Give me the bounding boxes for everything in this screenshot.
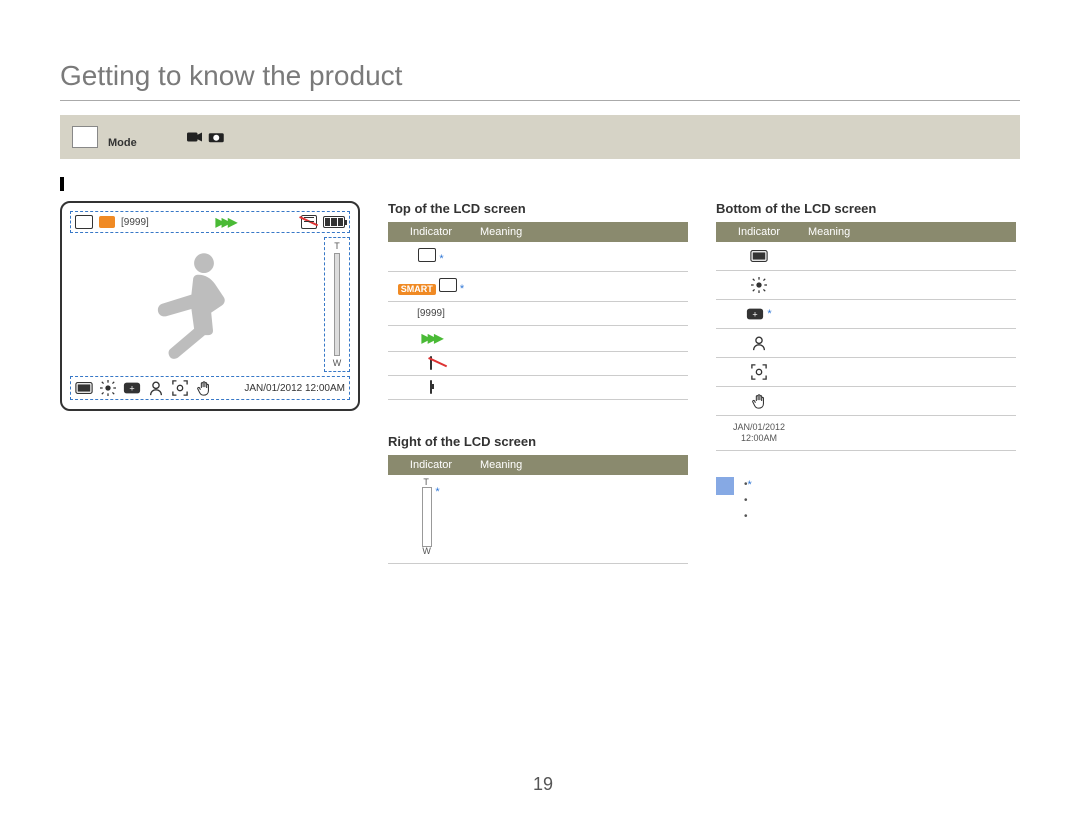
battery-icon bbox=[430, 380, 432, 394]
sd-card-icon bbox=[75, 215, 93, 229]
table-row bbox=[716, 242, 1016, 271]
meaning-cell bbox=[802, 329, 1016, 358]
page-number: 19 bbox=[527, 774, 553, 795]
ev-icon: + bbox=[746, 306, 764, 322]
card-missing-icon bbox=[301, 215, 317, 229]
face-icon bbox=[750, 335, 768, 351]
display-icon bbox=[750, 248, 768, 264]
focus-icon bbox=[171, 380, 189, 396]
header-meaning: Meaning bbox=[802, 222, 1016, 242]
table-row: + * bbox=[716, 300, 1016, 329]
bottom-indicator-table: Indicator Meaning + * JAN/01/2012 12:00A… bbox=[716, 222, 1016, 451]
meaning-cell bbox=[802, 416, 1016, 451]
table-row: ▶▶▶ bbox=[388, 326, 688, 352]
sd-card-icon bbox=[418, 248, 436, 262]
light-icon bbox=[99, 380, 117, 396]
silhouette-image bbox=[70, 237, 320, 372]
header-indicator: Indicator bbox=[388, 222, 474, 242]
mode-thumbnail-icon bbox=[72, 126, 98, 148]
table-row bbox=[716, 358, 1016, 387]
light-icon bbox=[750, 277, 768, 293]
mode-icon bbox=[439, 278, 457, 292]
header-indicator: Indicator bbox=[388, 455, 474, 475]
header-meaning: Meaning bbox=[474, 222, 688, 242]
star-marker: * bbox=[435, 486, 439, 498]
table-row bbox=[716, 387, 1016, 416]
meaning-cell bbox=[474, 242, 688, 272]
smart-icon: SMART bbox=[398, 284, 436, 295]
zoom-t-label: T bbox=[334, 241, 340, 251]
title-rule bbox=[60, 100, 1020, 101]
star-marker: * bbox=[460, 283, 464, 295]
table-row bbox=[716, 329, 1016, 358]
table-row bbox=[388, 352, 688, 376]
burst-icon: ▶▶▶ bbox=[422, 331, 441, 345]
ev-icon: + bbox=[123, 380, 141, 396]
anti-shake-icon bbox=[750, 393, 768, 409]
meaning-cell bbox=[474, 302, 688, 326]
meaning-cell bbox=[802, 242, 1016, 271]
zoom-bar-icon bbox=[334, 253, 340, 356]
note-block: • * • • bbox=[716, 477, 1016, 525]
right-indicator-table: Indicator Meaning * bbox=[388, 455, 688, 564]
meaning-cell bbox=[474, 475, 688, 564]
meaning-cell bbox=[802, 358, 1016, 387]
mode-banner-mode-label: Mode bbox=[108, 137, 137, 149]
svg-text:+: + bbox=[129, 384, 134, 394]
datetime-icon: JAN/01/2012 12:00AM bbox=[733, 422, 785, 443]
face-icon bbox=[147, 380, 165, 396]
section-label bbox=[60, 177, 1020, 191]
page-title: Getting to know the product bbox=[60, 60, 1020, 92]
lcd-right-callout: T W bbox=[324, 237, 350, 372]
focus-icon bbox=[750, 364, 768, 380]
table-row: [9999] bbox=[388, 302, 688, 326]
zoom-w-label: W bbox=[333, 358, 342, 368]
meaning-cell bbox=[474, 326, 688, 352]
top-table-title: Top of the LCD screen bbox=[388, 201, 688, 216]
header-indicator: Indicator bbox=[716, 222, 802, 242]
video-camera-icon bbox=[187, 129, 205, 145]
burst-icon: ▶▶▶ bbox=[216, 215, 235, 229]
table-row bbox=[388, 376, 688, 400]
photo-camera-icon bbox=[208, 129, 226, 145]
note-square-icon bbox=[716, 477, 734, 495]
table-row bbox=[716, 271, 1016, 300]
lcd-preview-column: [9999] ▶▶▶ T W bbox=[60, 201, 360, 411]
timestamp-value: JAN/01/2012 12:00AM bbox=[244, 383, 345, 394]
table-row: * bbox=[388, 475, 688, 564]
meaning-cell bbox=[802, 387, 1016, 416]
mode-chip-icon bbox=[99, 216, 115, 228]
mode-banner-icons bbox=[187, 129, 227, 146]
star-marker: * bbox=[439, 253, 443, 265]
meaning-cell bbox=[474, 272, 688, 302]
table-row: SMART * bbox=[388, 272, 688, 302]
mode-banner: Mode bbox=[60, 115, 1020, 159]
star-marker: * bbox=[767, 308, 771, 320]
top-indicator-table: Indicator Meaning * SMART * [9999] ▶▶▶ bbox=[388, 222, 688, 400]
skateboarder-silhouette-icon bbox=[70, 237, 320, 372]
lcd-bottom-callout: + JAN/01/2012 12:00AM bbox=[70, 376, 350, 400]
battery-icon bbox=[323, 216, 345, 228]
counter-value: [9999] bbox=[121, 217, 149, 228]
meaning-cell bbox=[474, 352, 688, 376]
right-table-title: Right of the LCD screen bbox=[388, 434, 688, 449]
table-row: JAN/01/2012 12:00AM bbox=[716, 416, 1016, 451]
counter-icon: [9999] bbox=[417, 308, 445, 319]
bottom-table-title: Bottom of the LCD screen bbox=[716, 201, 1016, 216]
card-missing-icon bbox=[430, 356, 432, 370]
anti-shake-icon bbox=[195, 380, 213, 396]
star-marker: * bbox=[748, 477, 752, 495]
meaning-cell bbox=[474, 376, 688, 400]
meaning-cell bbox=[802, 271, 1016, 300]
zoom-bar-icon bbox=[422, 487, 432, 547]
lcd-screen: [9999] ▶▶▶ T W bbox=[60, 201, 360, 411]
lcd-top-callout: [9999] ▶▶▶ bbox=[70, 211, 350, 233]
meaning-cell bbox=[802, 300, 1016, 329]
svg-text:+: + bbox=[753, 310, 758, 320]
header-meaning: Meaning bbox=[474, 455, 688, 475]
display-icon bbox=[75, 380, 93, 396]
table-row: * bbox=[388, 242, 688, 272]
